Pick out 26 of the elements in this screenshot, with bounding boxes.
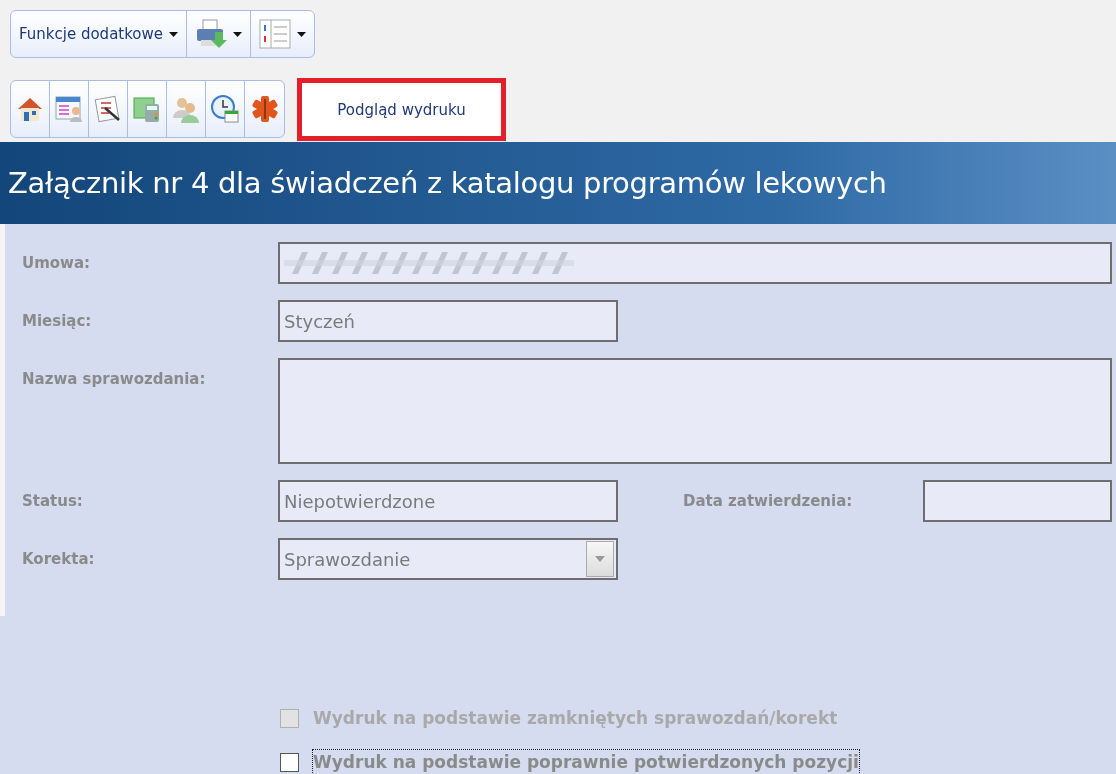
- checkbox-label: Wydruk na podstawie zamkniętych sprawozdań/korekt: [313, 707, 838, 730]
- printer-icon: [195, 18, 228, 50]
- field-label: Korekta:: [22, 549, 96, 568]
- contact-list-icon: [54, 93, 84, 124]
- caret-icon: [233, 31, 243, 37]
- date-field[interactable]: [923, 480, 1112, 522]
- caret-icon: [297, 31, 307, 37]
- page-title: Załącznik nr 4 dla świadczeń z katalogu programów lekowych: [0, 142, 1116, 224]
- input-field[interactable]: Styczeń: [278, 300, 618, 342]
- columns-icon: [259, 19, 292, 49]
- field-label: Status:: [22, 491, 84, 510]
- caret-icon: [595, 556, 605, 562]
- medical-star-icon: [249, 93, 280, 124]
- text-area[interactable]: [278, 358, 1112, 464]
- clock-calendar-icon: [210, 93, 240, 124]
- field-label: Miesiąc:: [22, 311, 93, 330]
- field-label: Nazwa sprawozdania:: [22, 369, 207, 388]
- field-label: Umowa:: [22, 253, 92, 272]
- checkbox-label: Wydruk na podstawie poprawnie potwierdzonych pozycji: [313, 750, 859, 774]
- checkbox[interactable]: [280, 752, 299, 772]
- input-field[interactable]: Niepotwierdzone: [278, 480, 618, 522]
- field-label: Data zatwierdzenia:: [683, 491, 854, 510]
- caret-icon: [169, 31, 179, 37]
- input-field[interactable]: [278, 242, 1112, 284]
- print-preview-button[interactable]: Podgląd wydruku: [297, 78, 506, 141]
- dropdown[interactable]: Sprawozdanie: [278, 538, 618, 580]
